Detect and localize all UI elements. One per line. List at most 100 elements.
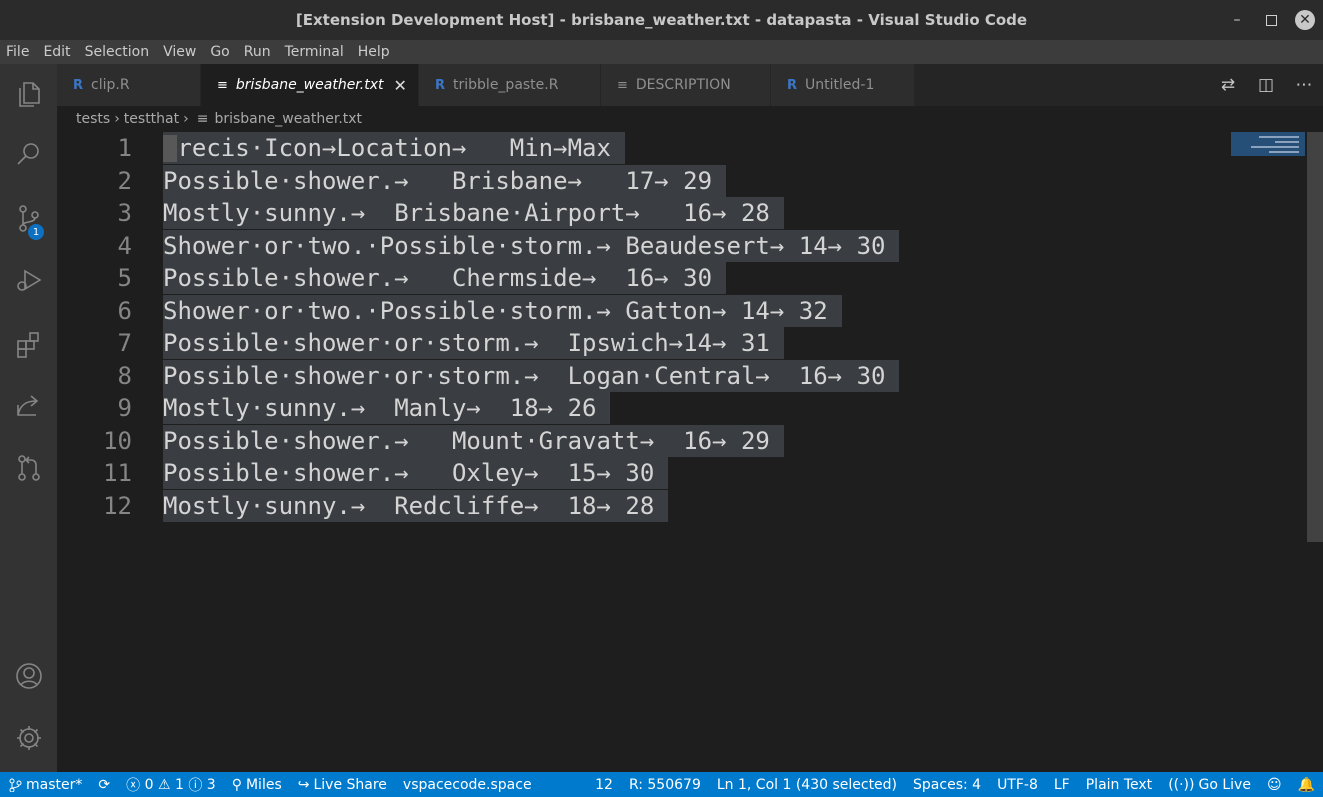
broadcast-icon: ((·)) [1168, 776, 1195, 793]
live-share-label: Live Share [313, 776, 387, 793]
line-text[interactable]: Mostly·sunny.→ Manly→ 18→ 26 [163, 392, 611, 424]
code-line[interactable]: 8 Possible·shower·or·storm.→ Logan·Centr… [57, 359, 1227, 392]
code-line[interactable]: 11 Possible·shower.→ Oxley→ 15→ 30 [57, 457, 1227, 489]
problems-status[interactable]: ⓧ 0 ⚠ 1 ⓘ 3 [118, 775, 224, 795]
breadcrumb-testthat[interactable]: testthat [124, 111, 179, 127]
breadcrumb-tests[interactable]: tests [76, 111, 110, 127]
count-status[interactable]: 12 [587, 777, 621, 793]
split-editor-icon[interactable]: ◫ [1247, 75, 1285, 95]
debug-icon [16, 269, 42, 291]
git-branch-icon [9, 778, 22, 792]
line-text[interactable]: Shower·or·two.·Possible·storm.→ Gatton→ … [163, 294, 842, 327]
notifications-bell-icon[interactable]: 🔔 [1290, 777, 1323, 793]
code-line[interactable]: 2 Possible·shower.→ Brisbane→ 17→ 29 [57, 164, 1227, 197]
code-line[interactable]: 9 Mostly·sunny.→ Manly→ 18→ 26 [57, 392, 1227, 424]
menu-run[interactable]: Run [238, 44, 279, 60]
text-file-icon: ≡ [617, 77, 628, 93]
live-share-status[interactable]: ↪ Live Share [290, 777, 395, 793]
vspacecode-status[interactable]: vspacecode.space [395, 777, 540, 793]
source-control-button[interactable]: 1 [0, 190, 57, 246]
editor-area[interactable]: 1 Precis·Icon→Location→ Min→Max 2 Possib… [57, 132, 1307, 772]
language-mode[interactable]: Plain Text [1078, 777, 1160, 793]
close-window-button[interactable]: ✕ [1295, 10, 1315, 30]
code-line[interactable]: 4 Shower·or·two.·Possible·storm.→ Beaude… [57, 229, 1227, 262]
menu-help[interactable]: Help [352, 44, 398, 60]
line-text[interactable]: Possible·shower·or·storm.→ Ipswich→14→ 3… [163, 327, 784, 359]
code-line[interactable]: 7 Possible·shower·or·storm.→ Ipswich→14→… [57, 327, 1227, 359]
line-text[interactable]: Possible·shower.→ Mount·Gravatt→ 16→ 29 [163, 424, 784, 457]
user-status[interactable]: ⚲ Miles [224, 777, 290, 793]
code-line[interactable]: 1 Precis·Icon→Location→ Min→Max [57, 132, 1227, 164]
chevron-right-icon: › [114, 111, 120, 127]
encoding-status[interactable]: UTF-8 [989, 777, 1046, 793]
tab-brisbane-weather[interactable]: ≡ brisbane_weather.txt ✕ [201, 64, 419, 106]
activity-bar: 1 [0, 64, 57, 772]
text-file-icon: ≡ [217, 77, 228, 93]
menu-selection[interactable]: Selection [79, 44, 158, 60]
vertical-scrollbar[interactable] [1307, 132, 1323, 772]
minimap[interactable] [1231, 132, 1305, 156]
person-icon: ⚲ [231, 776, 242, 793]
tab-clip-r[interactable]: R clip.R [57, 64, 201, 106]
extensions-button[interactable] [0, 316, 57, 372]
remote-button[interactable] [0, 378, 57, 434]
line-text[interactable]: Possible·shower.→ Chermside→ 16→ 30 [163, 262, 727, 294]
minimap-line [1259, 136, 1299, 138]
code-line[interactable]: 10 Possible·shower.→ Mount·Gravatt→ 16→ … [57, 424, 1227, 457]
code-line[interactable]: 3 Mostly·sunny.→ Brisbane·Airport→ 16→ 2… [57, 197, 1227, 229]
branch-status[interactable]: master* [0, 777, 90, 793]
more-actions-icon[interactable]: ⋯ [1285, 75, 1323, 95]
menu-edit[interactable]: Edit [37, 44, 78, 60]
indentation-status[interactable]: Spaces: 4 [905, 777, 989, 793]
eol-status[interactable]: LF [1046, 777, 1078, 793]
go-live-label: Go Live [1198, 776, 1251, 793]
chevron-right-icon: › [183, 111, 189, 127]
line-text[interactable]: Possible·shower·or·storm.→ Logan·Central… [163, 359, 900, 392]
open-changes-icon[interactable]: ⇄ [1209, 75, 1247, 95]
search-button[interactable] [0, 126, 57, 182]
line-text[interactable]: Mostly·sunny.→ Brisbane·Airport→ 16→ 28 [163, 197, 784, 229]
text-cursor [163, 135, 177, 162]
menu-go[interactable]: Go [204, 44, 237, 60]
line-text[interactable]: Mostly·sunny.→ Redcliffe→ 18→ 28 [163, 489, 669, 522]
sync-icon[interactable]: ⟳ [90, 777, 118, 793]
run-debug-button[interactable] [0, 252, 57, 308]
menu-file[interactable]: File [0, 44, 37, 60]
close-tab-icon[interactable]: ✕ [394, 76, 407, 95]
tab-description[interactable]: ≡ DESCRIPTION [601, 64, 771, 106]
maximize-button[interactable] [1261, 10, 1281, 30]
accounts-button[interactable] [0, 648, 57, 704]
explorer-button[interactable] [0, 66, 57, 122]
r-status[interactable]: R: 550679 [621, 777, 709, 793]
info-icon: ⓘ [188, 777, 203, 794]
line-number: 7 [117, 329, 132, 357]
menu-terminal[interactable]: Terminal [279, 44, 352, 60]
info-count: 3 [206, 776, 216, 793]
breadcrumb: tests › testthat › ≡ brisbane_weather.tx… [76, 108, 362, 130]
line-text[interactable]: Possible·shower.→ Oxley→ 15→ 30 [163, 457, 669, 489]
line-number: 8 [117, 361, 132, 390]
cursor-position[interactable]: Ln 1, Col 1 (430 selected) [709, 777, 905, 793]
breadcrumb-file[interactable]: brisbane_weather.txt [214, 111, 362, 127]
code-line[interactable]: 5 Possible·shower.→ Chermside→ 16→ 30 [57, 262, 1227, 294]
menu-bar: File Edit Selection View Go Run Terminal… [0, 40, 1323, 64]
tab-label: DESCRIPTION [635, 77, 731, 93]
feedback-icon[interactable]: ☺ [1259, 777, 1290, 793]
tab-tribble-paste[interactable]: R tribble_paste.R [419, 64, 601, 106]
line-text[interactable]: Possible·shower.→ Brisbane→ 17→ 29 [163, 164, 727, 197]
scrollbar-thumb[interactable] [1307, 132, 1323, 542]
r-file-icon: R [73, 77, 84, 93]
pull-requests-button[interactable] [0, 440, 57, 496]
manage-button[interactable] [0, 710, 57, 766]
status-right: 12 R: 550679 Ln 1, Col 1 (430 selected) … [587, 777, 1323, 793]
minimize-button[interactable]: – [1227, 10, 1247, 30]
line-text[interactable]: Shower·or·two.·Possible·storm.→ Beaudese… [163, 229, 900, 262]
code-line[interactable]: 6 Shower·or·two.·Possible·storm.→ Gatton… [57, 294, 1227, 327]
menu-view[interactable]: View [157, 44, 204, 60]
go-live-status[interactable]: ((·)) Go Live [1160, 777, 1259, 793]
warning-icon: ⚠ [157, 776, 171, 793]
line-text[interactable]: Precis·Icon→Location→ Min→Max [163, 132, 625, 164]
code-line[interactable]: 12 Mostly·sunny.→ Redcliffe→ 18→ 28 [57, 489, 1227, 522]
minimap-line [1269, 151, 1299, 153]
tab-untitled-1[interactable]: R Untitled-1 [771, 64, 915, 106]
